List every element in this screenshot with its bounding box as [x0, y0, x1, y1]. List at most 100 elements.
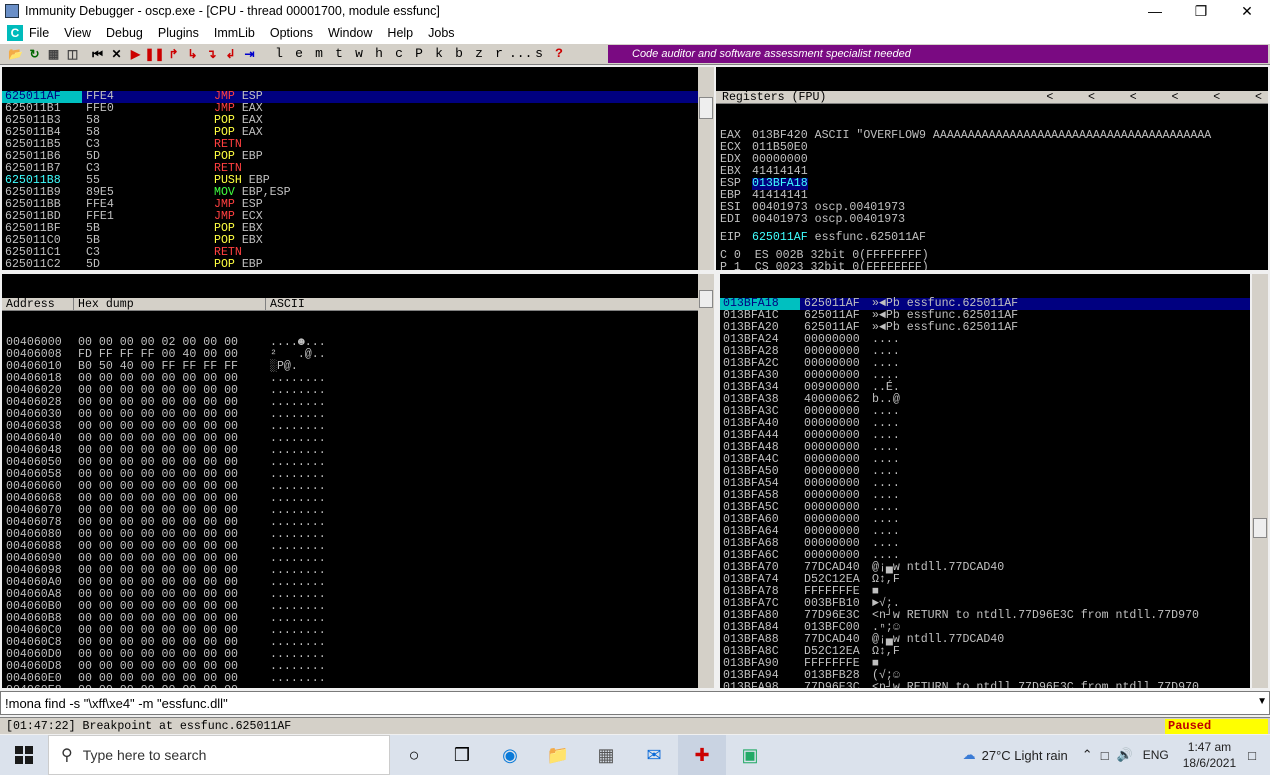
stack-row[interactable]: 013BFA60 00000000....	[720, 514, 1250, 526]
stack-row[interactable]: 013BFA74 D52C12EA Ω↕,F	[720, 574, 1250, 586]
task-view-icon[interactable]: ❒	[438, 735, 486, 775]
references-button[interactable]: r	[489, 45, 509, 63]
stop-icon[interactable]: ✕	[107, 45, 126, 63]
execute-till-return-icon[interactable]: ⇥	[240, 45, 259, 63]
disasm-row[interactable]: 625011C0 5B POP EBX	[2, 235, 698, 247]
stack-row[interactable]: 013BFA5C 00000000....	[720, 502, 1250, 514]
disasm-row[interactable]: 625011B1 FFE0 JMP EAX	[2, 103, 698, 115]
source-button[interactable]: s	[529, 45, 549, 63]
menu-plugins[interactable]: Plugins	[158, 26, 199, 40]
minimize-button[interactable]: —	[1132, 0, 1178, 22]
stack-row[interactable]: 013BFA20 625011AF »◄Pb essfunc.625011AF	[720, 322, 1250, 334]
disasm-row[interactable]: 625011C2 5D POP EBP	[2, 259, 698, 271]
patches-button[interactable]: P	[409, 45, 429, 63]
call-stack-button[interactable]: k	[429, 45, 449, 63]
menu-debug[interactable]: Debug	[106, 26, 143, 40]
disasm-row[interactable]: 625011B3 58 POP EAX	[2, 115, 698, 127]
stack-row[interactable]: 013BFA98 77D96E3C <n┘w RETURN to ntdll.77D…	[720, 682, 1250, 689]
menu-options[interactable]: Options	[270, 26, 313, 40]
cpu-button[interactable]: c	[389, 45, 409, 63]
trace-over-icon[interactable]: ↲	[221, 45, 240, 63]
dump-row[interactable]: 004060E800 00 00 00 00 00 00 00........	[2, 685, 698, 689]
stack-row[interactable]: 013BFA54 00000000....	[720, 478, 1250, 490]
disasm-row[interactable]: 625011B6 5D POP EBP	[2, 151, 698, 163]
dump-scrollbar[interactable]	[698, 274, 714, 688]
disasm-row[interactable]: 625011C1 C3 RETN	[2, 247, 698, 259]
memory-map-button[interactable]: m	[309, 45, 329, 63]
flag-line[interactable]: P 1 CS 0023 32bit 0(FFFFFFFF)	[720, 262, 1268, 271]
volume-icon[interactable]: 🔊	[1117, 747, 1133, 763]
rewind-icon[interactable]: ⏮	[88, 45, 107, 63]
weather-icon[interactable]: ☁	[963, 747, 976, 763]
menu-help[interactable]: Help	[387, 26, 413, 40]
clock[interactable]: 1:47 am 18/6/2021	[1183, 739, 1236, 771]
z-button[interactable]: z	[469, 45, 489, 63]
command-input[interactable]	[1, 692, 1246, 714]
stack-row[interactable]: 013BFA88 77DCAD40 @¡▄w ntdll.77DCAD40	[720, 634, 1250, 646]
dump-header-ascii[interactable]: ASCII	[266, 298, 305, 311]
close-process-icon[interactable]: ▦	[44, 45, 63, 63]
breakpoints-button[interactable]: b	[449, 45, 469, 63]
stack-row[interactable]: 013BFA28 00000000....	[720, 346, 1250, 358]
chevron-down-icon[interactable]: ▼	[1257, 696, 1267, 707]
register-nav-arrows[interactable]: < < < < < <	[1046, 91, 1262, 104]
dump-header-address[interactable]: Address	[2, 298, 74, 311]
disasm-row[interactable]: 625011B7 C3 RETN	[2, 163, 698, 175]
stack-row[interactable]: 013BFA3C 00000000....	[720, 406, 1250, 418]
close-button[interactable]: ✕	[1224, 0, 1270, 22]
stack-row[interactable]: 013BFA48 00000000....	[720, 442, 1250, 454]
disasm-row[interactable]: 625011B4 58 POP EAX	[2, 127, 698, 139]
stack-row[interactable]: 013BFA64 00000000....	[720, 526, 1250, 538]
stack-row[interactable]: 013BFA50 00000000....	[720, 466, 1250, 478]
run-trace-button[interactable]: ...	[509, 45, 532, 63]
network-icon[interactable]: □	[1101, 748, 1109, 763]
step-over-icon[interactable]: ↳	[183, 45, 202, 63]
stack-row[interactable]: 013BFA4C 00000000....	[720, 454, 1250, 466]
stack-row[interactable]: 013BFA58 00000000....	[720, 490, 1250, 502]
stack-row[interactable]: 013BFA24 00000000....	[720, 334, 1250, 346]
log-window-button[interactable]: l	[269, 45, 289, 63]
stack-row[interactable]: 013BFA30 00000000....	[720, 370, 1250, 382]
open-icon[interactable]: 📂	[6, 45, 25, 63]
stack-row[interactable]: 013BFA78 FFFFFFFE ■	[720, 586, 1250, 598]
promo-banner[interactable]: Code auditor and software assessment spe…	[608, 45, 1268, 63]
cortana-icon[interactable]: ○	[390, 735, 438, 775]
stack-row[interactable]: 013BFA70 77DCAD40 @¡▄w ntdll.77DCAD40	[720, 562, 1250, 574]
dump-header-hex[interactable]: Hex dump	[74, 298, 266, 311]
stack-row[interactable]: 013BFA40 00000000....	[720, 418, 1250, 430]
attach-icon[interactable]: ◫	[63, 45, 82, 63]
disasm-row[interactable]: 625011BF 5B POP EBX	[2, 223, 698, 235]
mail-icon[interactable]: ✉	[630, 735, 678, 775]
stack-pane[interactable]: 013BFA18 625011AF »◄Pb essfunc.625011AF 013…	[720, 274, 1250, 688]
disasm-row[interactable]: 625011B5 C3 RETN	[2, 139, 698, 151]
windows-start-icon[interactable]	[0, 735, 48, 775]
notification-icon[interactable]: □	[1248, 748, 1256, 763]
stack-row[interactable]: 013BFA90 FFFFFFFE ■	[720, 658, 1250, 670]
menu-file[interactable]: File	[29, 26, 49, 40]
threads-button[interactable]: t	[329, 45, 349, 63]
help-button[interactable]: ?	[549, 45, 569, 63]
register-line[interactable]: EDI 00401973 oscp.00401973	[720, 214, 1268, 226]
trace-into-icon[interactable]: ↴	[202, 45, 221, 63]
step-into-icon[interactable]: ↱	[164, 45, 183, 63]
edge-icon[interactable]: ◉	[486, 735, 534, 775]
app-window-taskbar-icon[interactable]: ▣	[726, 735, 774, 775]
handles-button[interactable]: h	[369, 45, 389, 63]
menu-view[interactable]: View	[64, 26, 91, 40]
immunity-debugger-taskbar-icon[interactable]: ✚	[678, 735, 726, 775]
run-icon[interactable]: ▶	[126, 45, 145, 63]
stack-row[interactable]: 013BFA44 00000000....	[720, 430, 1250, 442]
pause-icon[interactable]: ❚❚	[144, 45, 164, 63]
taskbar-search[interactable]: ⚲ Type here to search	[48, 735, 390, 775]
registers-pane[interactable]: Registers (FPU) < < < < < < EAX 013BF420 …	[716, 67, 1268, 270]
windows-button[interactable]: w	[349, 45, 369, 63]
register-line-eip[interactable]: EIP 625011AF essfunc.625011AF	[720, 232, 1268, 244]
disassembly-scrollbar[interactable]	[698, 67, 714, 270]
stack-row[interactable]: 013BFA34 00900000 ..É.	[720, 382, 1250, 394]
maximize-button[interactable]: ❐	[1178, 0, 1224, 22]
menu-immlib[interactable]: ImmLib	[214, 26, 255, 40]
cpu-window-icon[interactable]: C	[7, 24, 23, 41]
stack-row[interactable]: 013BFA38 40000062 b..@	[720, 394, 1250, 406]
tray-chevron-icon[interactable]: ⌃	[1082, 747, 1093, 763]
store-icon[interactable]: ▦	[582, 735, 630, 775]
